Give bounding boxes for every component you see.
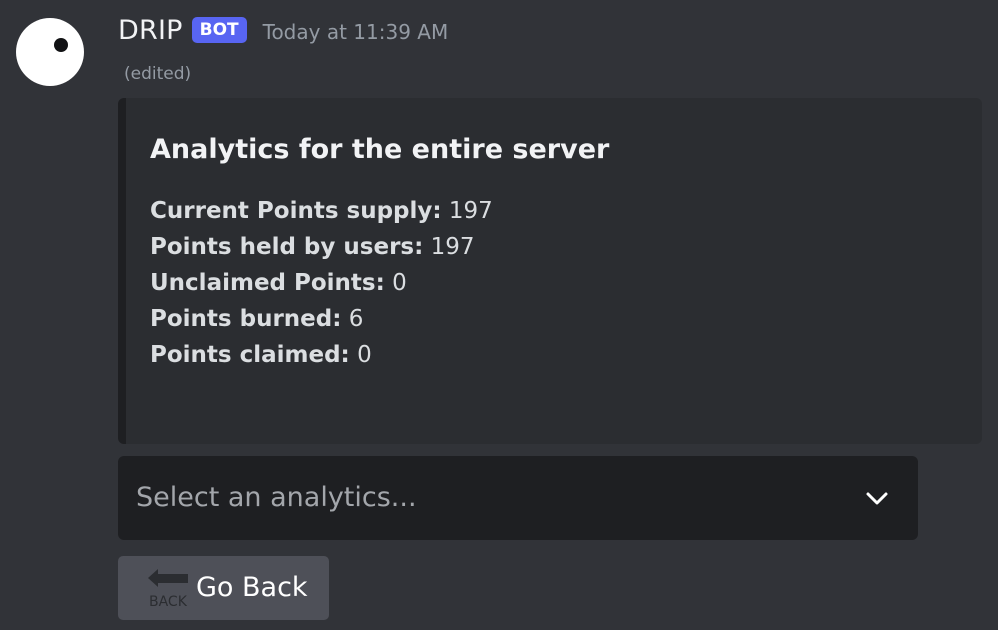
username[interactable]: DRIP (118, 15, 183, 46)
field-value: 197 (430, 234, 475, 260)
field-value: 0 (357, 342, 372, 368)
embed-field: Points claimed: 0 (150, 337, 493, 373)
field-label: Unclaimed Points: (150, 270, 385, 296)
field-label: Points claimed: (150, 342, 350, 368)
select-placeholder: Select an analytics... (136, 482, 417, 513)
field-label: Points held by users: (150, 234, 424, 260)
embed-field: Points held by users: 197 (150, 229, 493, 265)
bot-badge: BOT (191, 17, 247, 43)
embed-field-list: Current Points supply: 197 Points held b… (150, 193, 493, 373)
field-value: 197 (448, 198, 493, 224)
field-label: Points burned: (150, 306, 342, 332)
bot-avatar[interactable] (16, 18, 84, 86)
message-timestamp[interactable]: Today at 11:39 AM (263, 20, 449, 44)
embed-field: Current Points supply: 197 (150, 193, 493, 229)
back-arrow-icon: BACK (148, 569, 188, 610)
analytics-embed: Analytics for the entire server Current … (118, 98, 982, 444)
go-back-button[interactable]: BACK Go Back (118, 556, 329, 620)
field-value: 6 (348, 306, 364, 332)
message-header: DRIP BOT Today at 11:39 AM (118, 10, 448, 50)
edited-indicator: (edited) (124, 64, 192, 84)
analytics-select-dropdown[interactable]: Select an analytics... (118, 456, 918, 540)
back-icon-text: BACK (149, 594, 188, 610)
field-label: Current Points supply: (150, 198, 442, 224)
field-value: 0 (392, 270, 407, 296)
embed-field: Unclaimed Points: 0 (150, 265, 493, 301)
go-back-label: Go Back (196, 572, 308, 603)
message-container: DRIP BOT Today at 11:39 AM (edited) Anal… (0, 0, 998, 630)
chevron-down-icon (866, 492, 888, 505)
avatar-eye (54, 38, 68, 52)
embed-field: Points burned: 6 (150, 301, 493, 337)
embed-title: Analytics for the entire server (150, 134, 610, 165)
